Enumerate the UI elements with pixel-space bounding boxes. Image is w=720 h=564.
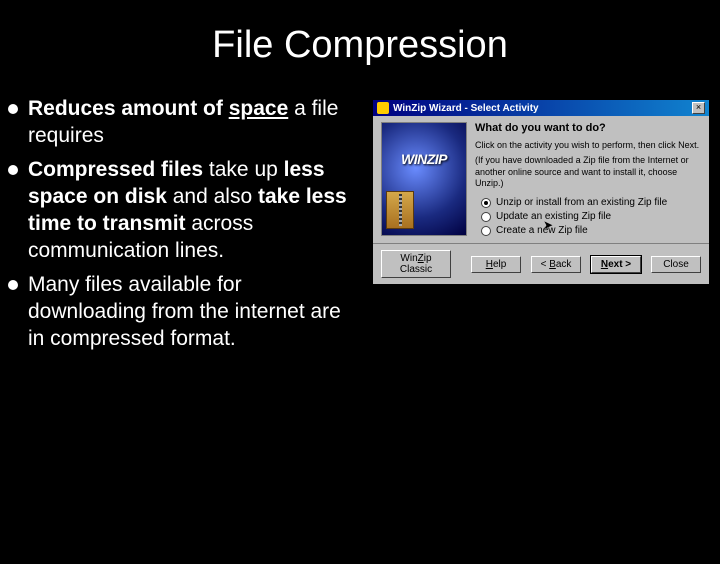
- dialog-instruction: Click on the activity you wish to perfor…: [475, 140, 701, 151]
- bold-underline-text: space: [229, 97, 289, 120]
- dialog-body: WINZIP What do you want to do? Click on …: [373, 116, 709, 243]
- back-button[interactable]: < Back: [531, 256, 581, 273]
- dialog-prompt: What do you want to do?: [475, 122, 701, 134]
- dialog-title: WinZip Wizard - Select Activity: [393, 103, 692, 114]
- btn-text: ext >: [608, 259, 631, 270]
- btn-text: ack: [556, 259, 572, 270]
- bullet-text: Reduces amount of space a file requires: [28, 95, 358, 150]
- dialog-titlebar: WinZip Wizard - Select Activity ×: [373, 100, 709, 116]
- dialog-hint: (If you have downloaded a Zip file from …: [475, 155, 701, 189]
- radio-label: Unzip or install from an existing Zip fi…: [496, 197, 667, 208]
- winzip-logo-pane: WINZIP: [381, 122, 467, 236]
- bullet-text: Many files available for downloading fro…: [28, 271, 358, 353]
- bullet-item: Reduces amount of space a file requires: [8, 95, 358, 150]
- close-icon[interactable]: ×: [692, 102, 705, 114]
- app-icon: [377, 102, 389, 114]
- btn-text: <: [541, 259, 550, 270]
- btn-underline: H: [486, 259, 493, 270]
- radio-option[interactable]: Update an existing Zip file: [481, 211, 701, 222]
- close-button[interactable]: Close: [651, 256, 701, 273]
- zip-icon: [386, 191, 414, 229]
- bullet-dot-icon: [8, 280, 18, 290]
- winzip-logo-text: WINZIP: [388, 151, 460, 167]
- btn-text: Win: [400, 253, 417, 264]
- plain-text: take up: [203, 158, 284, 181]
- plain-text: and also: [167, 185, 258, 208]
- bullet-list: Reduces amount of space a file requires …: [8, 95, 358, 359]
- radio-group: Unzip or install from an existing Zip fi…: [481, 197, 701, 236]
- bold-text: Compressed files: [28, 158, 203, 181]
- screenshot-dialog: WinZip Wizard - Select Activity × WINZIP…: [372, 99, 710, 359]
- bullet-item: Many files available for downloading fro…: [8, 271, 358, 353]
- radio-label: Create a new Zip file: [496, 225, 588, 236]
- bullet-dot-icon: [8, 104, 18, 114]
- next-button[interactable]: Next >: [591, 256, 641, 273]
- radio-option[interactable]: Create a new Zip file: [481, 225, 701, 236]
- slide-content: Reduces amount of space a file requires …: [0, 95, 720, 359]
- cursor-icon: ➤: [543, 218, 553, 232]
- btn-text: elp: [493, 259, 506, 270]
- bullet-text: Compressed files take up less space on d…: [28, 156, 358, 265]
- radio-icon: [481, 198, 491, 208]
- radio-icon: [481, 226, 491, 236]
- radio-icon: [481, 212, 491, 222]
- radio-label: Update an existing Zip file: [496, 211, 611, 222]
- help-button[interactable]: Help: [471, 256, 521, 273]
- radio-option[interactable]: Unzip or install from an existing Zip fi…: [481, 197, 701, 208]
- bullet-item: Compressed files take up less space on d…: [8, 156, 358, 265]
- dialog-right-pane: What do you want to do? Click on the act…: [475, 122, 701, 239]
- btn-underline: N: [601, 259, 608, 270]
- bullet-dot-icon: [8, 165, 18, 175]
- bold-text: Reduces amount of: [28, 97, 229, 120]
- dialog-button-row: WinZip Classic Help < Back Next > Close: [373, 243, 709, 284]
- winzip-classic-button[interactable]: WinZip Classic: [381, 250, 451, 278]
- btn-underline: B: [549, 259, 556, 270]
- winzip-wizard-dialog: WinZip Wizard - Select Activity × WINZIP…: [372, 99, 710, 285]
- slide-title: File Compression: [0, 24, 720, 67]
